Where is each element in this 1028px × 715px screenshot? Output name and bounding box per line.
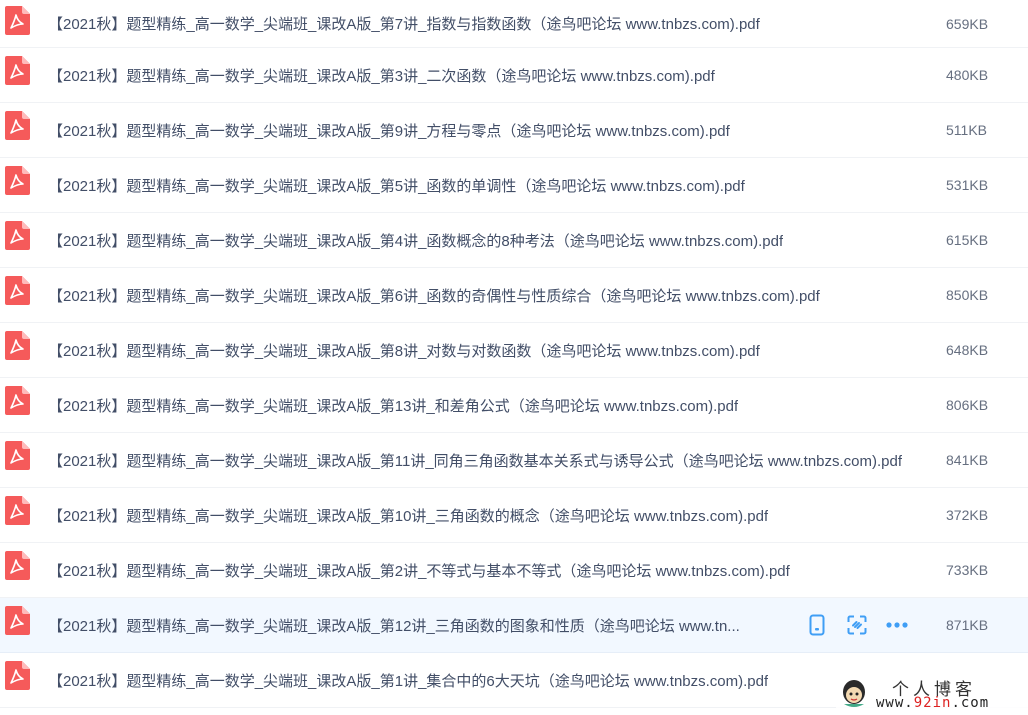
file-row[interactable]: 【2021秋】题型精练_高一数学_尖端班_课改A版_第2讲_不等式与基本不等式（…: [0, 543, 1028, 598]
file-size: 480KB: [946, 67, 989, 83]
file-name[interactable]: 【2021秋】题型精练_高一数学_尖端班_课改A版_第12讲_三角函数的图象和性…: [48, 598, 740, 652]
file-size: 659KB: [946, 15, 989, 32]
watermark: 个人博客 www.92in.com: [836, 674, 1028, 715]
file-name[interactable]: 【2021秋】题型精练_高一数学_尖端班_课改A版_第4讲_函数概念的8种考法（…: [48, 213, 783, 267]
file-name[interactable]: 【2021秋】题型精练_高一数学_尖端班_课改A版_第1讲_集合中的6大天坑（途…: [48, 653, 768, 707]
watermark-url: www.92in.com: [876, 695, 990, 711]
pdf-icon: [5, 56, 30, 85]
file-name[interactable]: 【2021秋】题型精练_高一数学_尖端班_课改A版_第6讲_函数的奇偶性与性质综…: [48, 268, 820, 322]
file-list: 【2021秋】题型精练_高一数学_尖端班_课改A版_第7讲_指数与指数函数（途鸟…: [0, 0, 1028, 708]
file-size: 372KB: [946, 507, 989, 523]
file-size: 850KB: [946, 287, 989, 303]
avatar-icon: [840, 678, 868, 708]
file-row[interactable]: 【2021秋】题型精练_高一数学_尖端班_课改A版_第6讲_函数的奇偶性与性质综…: [0, 268, 1028, 323]
file-row-hovered[interactable]: 【2021秋】题型精练_高一数学_尖端班_课改A版_第12讲_三角函数的图象和性…: [0, 598, 1028, 653]
file-name[interactable]: 【2021秋】题型精练_高一数学_尖端班_课改A版_第5讲_函数的单调性（途鸟吧…: [48, 158, 745, 212]
phone-icon[interactable]: [806, 614, 828, 636]
pdf-icon: [5, 386, 30, 415]
file-name[interactable]: 【2021秋】题型精练_高一数学_尖端班_课改A版_第2讲_不等式与基本不等式（…: [48, 543, 790, 597]
file-name[interactable]: 【2021秋】题型精练_高一数学_尖端班_课改A版_第3讲_二次函数（途鸟吧论坛…: [48, 48, 715, 102]
file-name[interactable]: 【2021秋】题型精练_高一数学_尖端班_课改A版_第9讲_方程与零点（途鸟吧论…: [48, 103, 730, 157]
pdf-icon: [5, 551, 30, 580]
file-size: 733KB: [946, 562, 989, 578]
file-size: 531KB: [946, 177, 989, 193]
file-row[interactable]: 【2021秋】题型精练_高一数学_尖端班_课改A版_第10讲_三角函数的概念（途…: [0, 488, 1028, 543]
file-size: 871KB: [946, 617, 989, 633]
file-row[interactable]: 【2021秋】题型精练_高一数学_尖端班_课改A版_第8讲_对数与对数函数（途鸟…: [0, 323, 1028, 378]
file-size: 806KB: [946, 397, 989, 413]
file-name[interactable]: 【2021秋】题型精练_高一数学_尖端班_课改A版_第8讲_对数与对数函数（途鸟…: [48, 323, 760, 377]
pdf-icon: [5, 441, 30, 470]
share-icon[interactable]: [846, 614, 868, 636]
file-row[interactable]: 【2021秋】题型精练_高一数学_尖端班_课改A版_第11讲_同角三角函数基本关…: [0, 433, 1028, 488]
file-row[interactable]: 【2021秋】题型精练_高一数学_尖端班_课改A版_第5讲_函数的单调性（途鸟吧…: [0, 158, 1028, 213]
file-name[interactable]: 【2021秋】题型精练_高一数学_尖端班_课改A版_第13讲_和差角公式（途鸟吧…: [48, 378, 738, 432]
pdf-icon: [5, 111, 30, 140]
pdf-icon: [5, 496, 30, 525]
more-icon[interactable]: [886, 614, 908, 636]
pdf-icon: [5, 6, 30, 35]
pdf-icon: [5, 166, 30, 195]
file-name[interactable]: 【2021秋】题型精练_高一数学_尖端班_课改A版_第7讲_指数与指数函数（途鸟…: [48, 0, 760, 47]
pdf-icon: [5, 331, 30, 360]
pdf-icon: [5, 606, 30, 635]
file-row[interactable]: 【2021秋】题型精练_高一数学_尖端班_课改A版_第4讲_函数概念的8种考法（…: [0, 213, 1028, 268]
file-size: 511KB: [946, 122, 987, 138]
pdf-icon: [5, 221, 30, 250]
file-name[interactable]: 【2021秋】题型精练_高一数学_尖端班_课改A版_第10讲_三角函数的概念（途…: [48, 488, 768, 542]
file-size: 648KB: [946, 342, 989, 358]
file-row[interactable]: 【2021秋】题型精练_高一数学_尖端班_课改A版_第3讲_二次函数（途鸟吧论坛…: [0, 48, 1028, 103]
pdf-icon: [5, 661, 30, 690]
file-row[interactable]: 【2021秋】题型精练_高一数学_尖端班_课改A版_第9讲_方程与零点（途鸟吧论…: [0, 103, 1028, 158]
pdf-icon: [5, 276, 30, 305]
file-size: 615KB: [946, 232, 989, 248]
row-actions: [806, 598, 908, 652]
file-size: 841KB: [946, 452, 989, 468]
file-row[interactable]: 【2021秋】题型精练_高一数学_尖端班_课改A版_第7讲_指数与指数函数（途鸟…: [0, 0, 1028, 48]
file-name[interactable]: 【2021秋】题型精练_高一数学_尖端班_课改A版_第11讲_同角三角函数基本关…: [48, 433, 902, 487]
file-row[interactable]: 【2021秋】题型精练_高一数学_尖端班_课改A版_第13讲_和差角公式（途鸟吧…: [0, 378, 1028, 433]
